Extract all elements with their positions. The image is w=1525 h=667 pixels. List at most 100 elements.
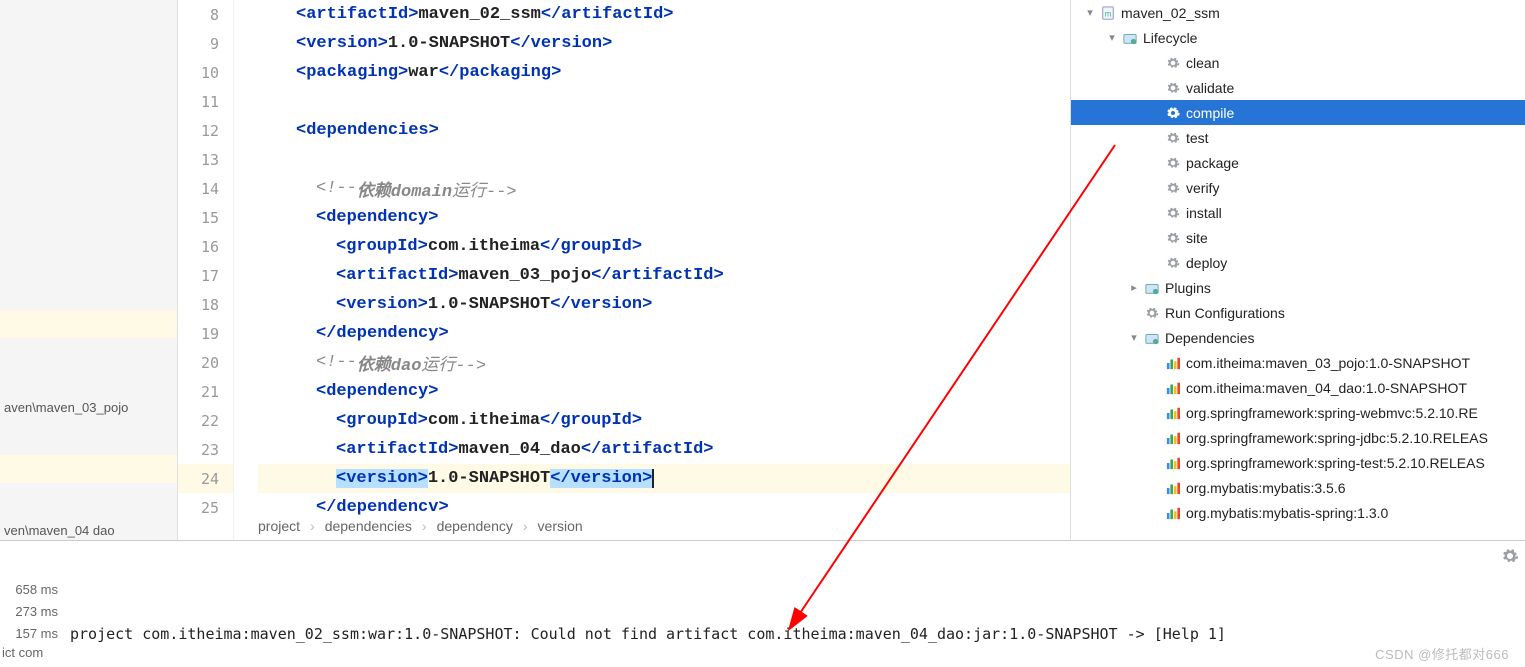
tree-label: verify <box>1186 180 1219 196</box>
tree-label: Run Configurations <box>1165 305 1285 321</box>
line-number[interactable]: 13 <box>178 145 233 174</box>
code-area[interactable]: <artifactId>maven_02_ssm</artifactId><ve… <box>258 0 1070 540</box>
line-number[interactable]: 21 <box>178 377 233 406</box>
maven-lifecycle-package[interactable]: package <box>1071 150 1525 175</box>
line-number[interactable]: 11 <box>178 87 233 116</box>
breadcrumb-item[interactable]: project <box>258 518 300 534</box>
code-line[interactable]: <groupId>com.itheima</groupId> <box>258 406 1070 435</box>
maven-run-configurations[interactable]: Run Configurations <box>1071 300 1525 325</box>
maven-panel: ▾mmaven_02_ssm▾Lifecyclecleanvalidatecom… <box>1070 0 1525 540</box>
build-step-times: 658 ms273 ms157 ms <box>0 579 58 645</box>
maven-lifecycle-clean[interactable]: clean <box>1071 50 1525 75</box>
tree-label: org.mybatis:mybatis:3.5.6 <box>1186 480 1346 496</box>
maven-dependency[interactable]: org.mybatis:mybatis-spring:1.3.0 <box>1071 500 1525 525</box>
maven-lifecycle-node[interactable]: ▾ Lifecycle <box>1071 25 1525 50</box>
build-time: 273 ms <box>0 601 58 623</box>
svg-text:m: m <box>1105 9 1112 18</box>
code-line[interactable]: <dependency> <box>258 377 1070 406</box>
maven-dependency[interactable]: org.mybatis:mybatis:3.5.6 <box>1071 475 1525 500</box>
maven-lifecycle-test[interactable]: test <box>1071 125 1525 150</box>
tree-label: Dependencies <box>1165 330 1255 346</box>
line-number[interactable]: 16 <box>178 232 233 261</box>
breadcrumb-item[interactable]: version <box>538 518 583 534</box>
maven-dependency[interactable]: org.springframework:spring-test:5.2.10.R… <box>1071 450 1525 475</box>
tree-label: maven_02_ssm <box>1121 5 1220 21</box>
line-number[interactable]: 22 <box>178 406 233 435</box>
line-number[interactable]: 14 <box>178 174 233 203</box>
code-line[interactable]: <groupId>com.itheima</groupId> <box>258 232 1070 261</box>
maven-lifecycle-install[interactable]: install <box>1071 200 1525 225</box>
maven-lifecycle-verify[interactable]: verify <box>1071 175 1525 200</box>
line-number[interactable]: 24 <box>178 464 233 493</box>
line-number[interactable]: 18 <box>178 290 233 319</box>
code-line[interactable]: <packaging>war</packaging> <box>258 58 1070 87</box>
tree-label: package <box>1186 155 1239 171</box>
gear-icon[interactable] <box>1501 547 1519 565</box>
build-time: 658 ms <box>0 579 58 601</box>
fold-column[interactable] <box>234 0 258 540</box>
line-number[interactable]: 15 <box>178 203 233 232</box>
maven-dependency[interactable]: org.springframework:spring-jdbc:5.2.10.R… <box>1071 425 1525 450</box>
tree-label: clean <box>1186 55 1219 71</box>
tree-label: deploy <box>1186 255 1227 271</box>
build-output-panel: 658 ms273 ms157 ms ict com project com.i… <box>0 540 1525 667</box>
breadcrumb-item[interactable]: dependencies <box>325 518 412 534</box>
code-line[interactable]: <version>1.0-SNAPSHOT</version> <box>258 29 1070 58</box>
line-number[interactable]: 19 <box>178 319 233 348</box>
maven-project-root[interactable]: ▾ m maven_02_ssm <box>1071 0 1525 25</box>
maven-dependency[interactable]: com.itheima:maven_04_dao:1.0-SNAPSHOT <box>1071 375 1525 400</box>
open-file-tab-1[interactable]: aven\maven_03_pojo <box>0 395 177 419</box>
code-line[interactable]: <artifactId>maven_03_pojo</artifactId> <box>258 261 1070 290</box>
code-line[interactable]: <artifactId>maven_04_dao</artifactId> <box>258 435 1070 464</box>
chevron-down-icon: ▾ <box>1103 31 1121 44</box>
maven-dependency[interactable]: org.springframework:spring-webmvc:5.2.10… <box>1071 400 1525 425</box>
tree-label: org.springframework:spring-test:5.2.10.R… <box>1186 455 1485 471</box>
code-line[interactable]: <version>1.0-SNAPSHOT</version> <box>258 464 1070 493</box>
line-number-gutter[interactable]: 8910111213141516171819202122232425 <box>178 0 234 540</box>
chevron-down-icon: ▾ <box>1125 331 1143 344</box>
tree-label: site <box>1186 230 1208 246</box>
maven-plugins-node[interactable]: ▸ Plugins <box>1071 275 1525 300</box>
line-number[interactable]: 23 <box>178 435 233 464</box>
maven-dependency[interactable]: com.itheima:maven_03_pojo:1.0-SNAPSHOT <box>1071 350 1525 375</box>
code-line[interactable]: <!--依赖domain运行--> <box>258 174 1070 203</box>
breadcrumb-item[interactable]: dependency <box>437 518 513 534</box>
line-number[interactable]: 9 <box>178 29 233 58</box>
code-line[interactable]: <dependency> <box>258 203 1070 232</box>
chevron-down-icon: ▾ <box>1081 6 1099 19</box>
tree-label: test <box>1186 130 1209 146</box>
line-number[interactable]: 20 <box>178 348 233 377</box>
code-line[interactable]: <!--依赖dao运行--> <box>258 348 1070 377</box>
maven-lifecycle-validate[interactable]: validate <box>1071 75 1525 100</box>
maven-dependencies-node[interactable]: ▾ Dependencies <box>1071 325 1525 350</box>
chevron-right-icon: ▸ <box>1125 281 1143 294</box>
breadcrumb[interactable]: project›dependencies›dependency›version <box>258 512 583 540</box>
tree-label: install <box>1186 205 1222 221</box>
editor: aven\maven_03_pojo ven\maven_04 dao 8910… <box>0 0 1070 540</box>
maven-lifecycle-compile[interactable]: compile <box>1071 100 1525 125</box>
tree-label: org.springframework:spring-jdbc:5.2.10.R… <box>1186 430 1488 446</box>
tree-label: Lifecycle <box>1143 30 1197 46</box>
tree-label: validate <box>1186 80 1234 96</box>
maven-lifecycle-site[interactable]: site <box>1071 225 1525 250</box>
code-line[interactable]: <artifactId>maven_02_ssm</artifactId> <box>258 0 1070 29</box>
error-message: project com.itheima:maven_02_ssm:war:1.0… <box>70 625 1515 643</box>
maven-lifecycle-deploy[interactable]: deploy <box>1071 250 1525 275</box>
line-number[interactable]: 10 <box>178 58 233 87</box>
line-number[interactable]: 8 <box>178 0 233 29</box>
project-tree-stub: aven\maven_03_pojo ven\maven_04 dao <box>0 0 178 540</box>
line-number[interactable]: 17 <box>178 261 233 290</box>
line-number[interactable]: 25 <box>178 493 233 522</box>
code-line[interactable] <box>258 145 1070 174</box>
tree-label: org.springframework:spring-webmvc:5.2.10… <box>1186 405 1478 421</box>
code-line[interactable]: </dependency> <box>258 319 1070 348</box>
tree-label: Plugins <box>1165 280 1211 296</box>
tree-label: org.mybatis:mybatis-spring:1.3.0 <box>1186 505 1388 521</box>
tree-label: com.itheima:maven_03_pojo:1.0-SNAPSHOT <box>1186 355 1470 371</box>
open-file-tab-2[interactable]: ven\maven_04 dao <box>0 518 177 542</box>
code-line[interactable] <box>258 87 1070 116</box>
code-line[interactable]: <version>1.0-SNAPSHOT</version> <box>258 290 1070 319</box>
line-number[interactable]: 12 <box>178 116 233 145</box>
code-line[interactable]: <dependencies> <box>258 116 1070 145</box>
tree-label: com.itheima:maven_04_dao:1.0-SNAPSHOT <box>1186 380 1467 396</box>
